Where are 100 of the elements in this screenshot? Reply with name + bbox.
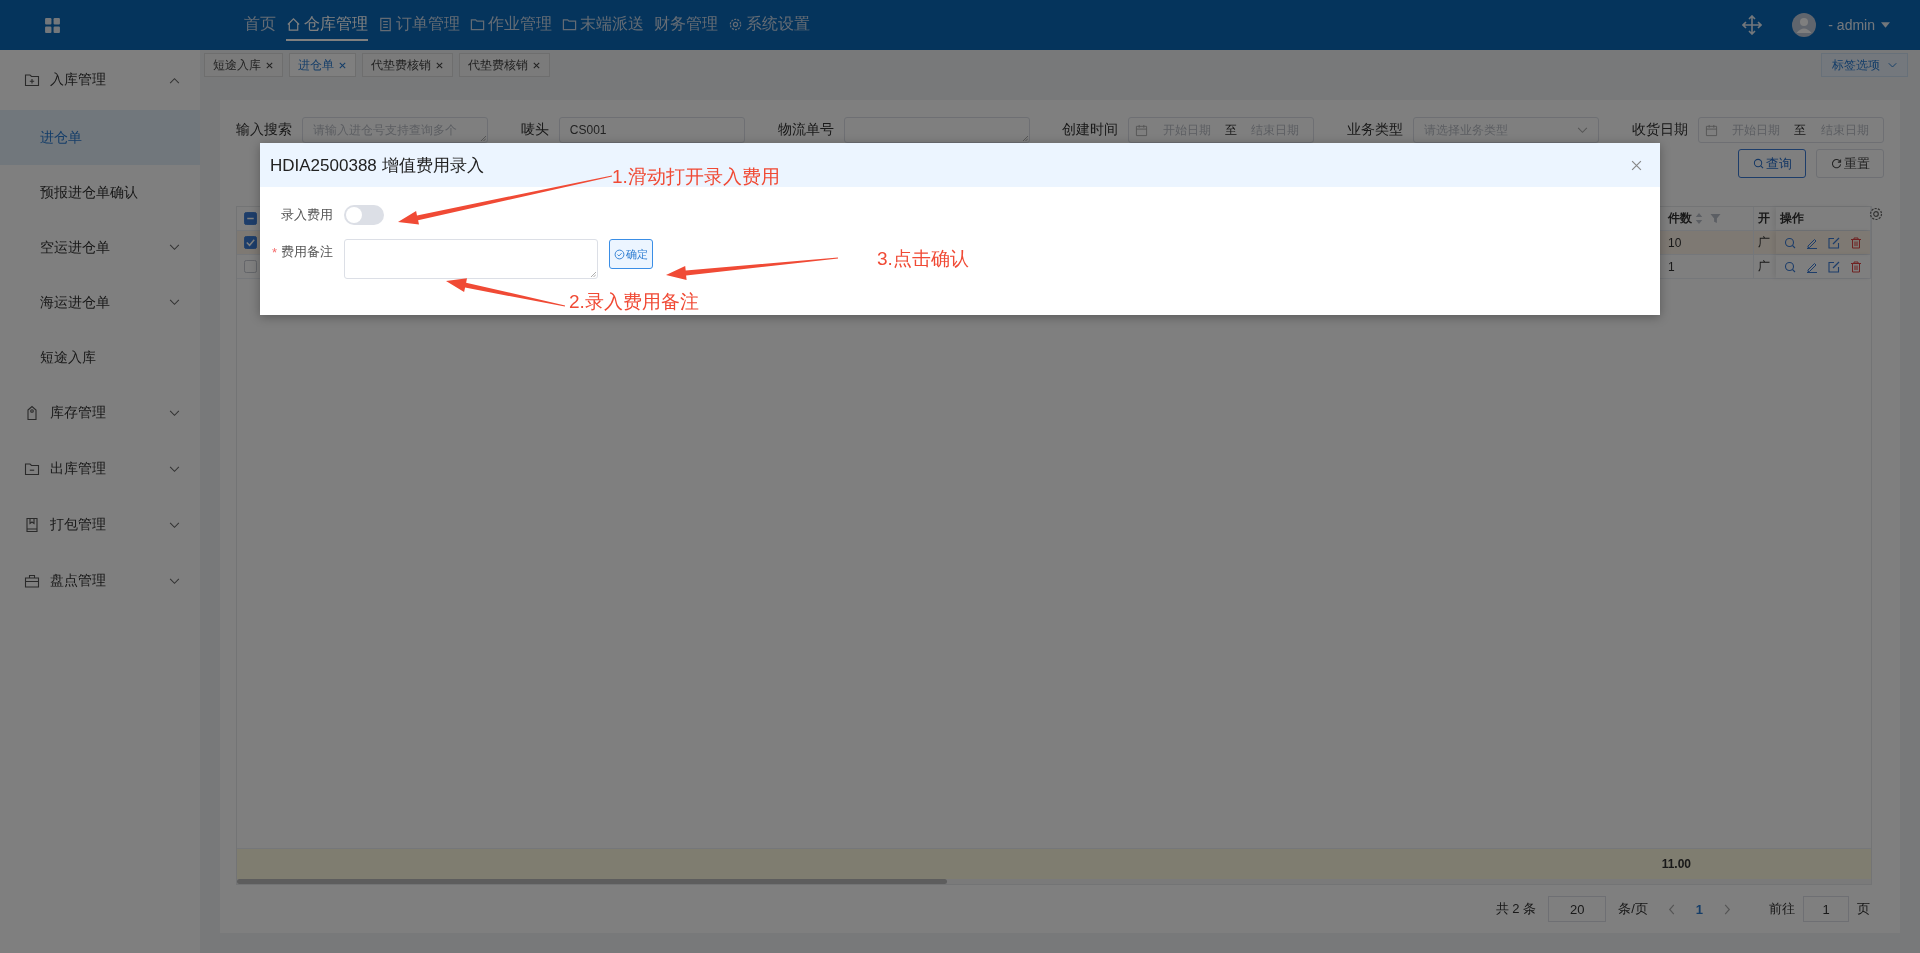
folder-minus-icon: [24, 461, 40, 477]
annotation-text: 1.滑动打开录入费用: [612, 165, 780, 189]
close-icon[interactable]: [1631, 159, 1642, 171]
table-cell: 1: [1668, 259, 1675, 274]
resize-grip-icon[interactable]: [590, 271, 596, 277]
apps-grid-icon[interactable]: [44, 16, 61, 34]
sidebar-group[interactable]: 库存管理: [0, 385, 200, 441]
sidebar-item[interactable]: 预报进仓单确认: [0, 165, 200, 220]
home-icon: [286, 16, 301, 32]
sidebar-group[interactable]: 入库管理: [0, 50, 200, 110]
goto-page-field[interactable]: 1: [1803, 896, 1849, 922]
page-tab[interactable]: 代垫费核销: [459, 53, 550, 77]
filter-label: 输入搜索: [236, 121, 292, 139]
search-icon[interactable]: [1784, 260, 1796, 273]
scrollbar-thumb[interactable]: [237, 879, 947, 884]
page-tab[interactable]: 代垫费核销: [362, 53, 453, 77]
nav-menu-item[interactable]: 订单管理: [378, 9, 460, 41]
page-number[interactable]: 1: [1695, 901, 1703, 917]
sidebar-item[interactable]: 进仓单: [0, 110, 200, 165]
book-icon: [24, 517, 40, 533]
field-label: 录入费用: [281, 206, 333, 224]
user-avatar-icon[interactable]: [1792, 13, 1817, 37]
next-page-icon[interactable]: [1723, 903, 1731, 915]
close-icon[interactable]: [435, 60, 444, 70]
select-all-checkbox[interactable]: [244, 212, 257, 225]
nav-menu-item[interactable]: 首页: [244, 9, 276, 41]
field-label: 费用备注: [281, 243, 333, 261]
settings-icon[interactable]: [1868, 206, 1884, 222]
column-header: 操作: [1780, 210, 1804, 227]
reset-button[interactable]: 重置: [1816, 149, 1884, 178]
sidebar-item[interactable]: 空运进仓单: [0, 220, 200, 275]
search-icon[interactable]: [1784, 236, 1796, 249]
calendar-icon: [1135, 123, 1149, 137]
close-icon[interactable]: [265, 60, 274, 70]
delete-icon[interactable]: [1850, 236, 1862, 249]
nav-menu-item[interactable]: 仓库管理: [286, 9, 368, 41]
toggle-switch[interactable]: [344, 205, 384, 225]
total-count: 共 2 条: [1495, 900, 1537, 918]
resize-grip-icon[interactable]: [1021, 135, 1028, 141]
filter-label: 物流单号: [777, 121, 834, 139]
move-arrows-icon[interactable]: [1742, 15, 1763, 35]
table-cell: 广: [1758, 234, 1770, 251]
resize-grip-icon[interactable]: [480, 135, 486, 141]
calendar-icon: [1705, 123, 1718, 137]
filter-label: 创建时间: [1062, 121, 1119, 139]
chevron-down-icon: [169, 244, 180, 251]
filter-textarea[interactable]: [843, 117, 1030, 143]
goto-label: 前往: [1769, 900, 1795, 918]
tag-icon: [24, 405, 40, 421]
table-cell: 广: [1758, 258, 1770, 275]
edit-icon[interactable]: [1828, 260, 1840, 273]
confirm-button[interactable]: 确定: [609, 239, 653, 269]
sidebar-group[interactable]: 盘点管理: [0, 553, 200, 609]
refresh-icon: [1830, 158, 1842, 169]
briefcase-icon: [24, 573, 40, 589]
previous-page-icon[interactable]: [1667, 903, 1676, 915]
search-button[interactable]: 查询: [1738, 149, 1806, 178]
close-icon[interactable]: [338, 60, 347, 70]
chevron-down-icon: [169, 521, 180, 529]
filter-label: 收货日期: [1632, 121, 1688, 139]
page-unit: 页: [1857, 900, 1870, 918]
nav-menu-item[interactable]: 财务管理: [654, 9, 718, 41]
filter-input[interactable]: CS001: [558, 117, 745, 143]
row-checkbox[interactable]: [244, 260, 257, 273]
page-tab[interactable]: 短途入库: [204, 53, 283, 77]
nav-menu-item[interactable]: 作业管理: [470, 9, 552, 41]
filter-icon[interactable]: [1710, 213, 1721, 224]
chevron-down-icon: [169, 409, 180, 417]
close-icon[interactable]: [532, 60, 541, 70]
sidebar-item[interactable]: 短途入库: [0, 330, 200, 385]
page-size-select[interactable]: 20: [1548, 896, 1607, 922]
delete-icon[interactable]: [1850, 260, 1862, 273]
row-checkbox[interactable]: [244, 236, 257, 249]
folder-icon: [562, 16, 577, 32]
user-name[interactable]: - admin: [1828, 17, 1875, 33]
check-circle-icon: [614, 248, 625, 260]
sidebar-group[interactable]: 打包管理: [0, 497, 200, 553]
column-header: 开: [1758, 210, 1770, 227]
edit-icon[interactable]: [1828, 236, 1840, 249]
nav-menu-item[interactable]: 末端派送: [562, 9, 644, 41]
page-tab[interactable]: 进仓单: [289, 53, 356, 77]
pencil-icon[interactable]: [1806, 260, 1818, 273]
chevron-down-icon: [169, 577, 180, 585]
sidebar-group[interactable]: 出库管理: [0, 441, 200, 497]
pencil-icon[interactable]: [1806, 236, 1818, 249]
annotation-text: 3.点击确认: [877, 247, 969, 271]
dialog-title: HDIA2500388 增值费用录入: [270, 154, 484, 177]
sidebar-item[interactable]: 海运进仓单: [0, 275, 200, 330]
table-cell: 10: [1668, 235, 1682, 250]
filter-label: 唛头: [520, 121, 549, 139]
caret-icon[interactable]: [1881, 22, 1890, 28]
chevron-down-icon: [1577, 126, 1589, 134]
document-icon: [378, 16, 393, 32]
sort-icon[interactable]: [1695, 212, 1703, 225]
page-size-label: 条/页: [1618, 900, 1648, 918]
column-header: 件数: [1668, 210, 1692, 227]
nav-menu-item[interactable]: 系统设置: [728, 9, 810, 41]
chevron-up-icon: [169, 76, 180, 84]
tab-options-button[interactable]: 标签选项: [1821, 53, 1908, 77]
chevron-down-icon: [169, 465, 180, 473]
